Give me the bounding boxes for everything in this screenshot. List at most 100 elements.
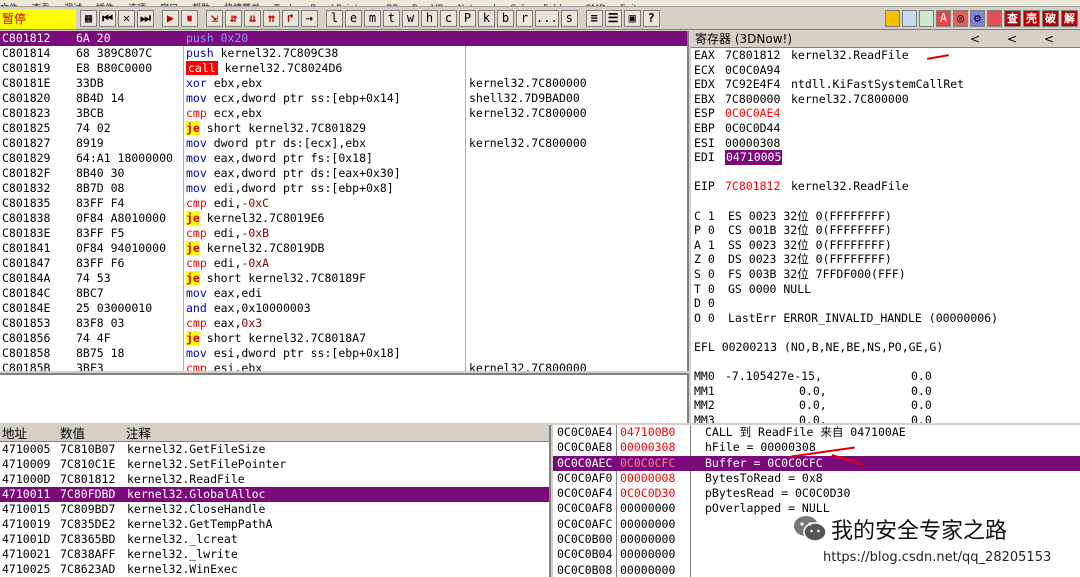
disasm-row[interactable]: C801820 8B4D 14 mov ecx,dword ptr ss:[ebp+…: [0, 91, 687, 106]
reg-prev-arrow-2[interactable]: <: [1007, 31, 1017, 48]
register-row[interactable]: EBX 7C800000 kernel32.7C800000: [691, 92, 1080, 107]
toolbar-letter-button[interactable]: r: [516, 10, 533, 27]
disasm-row[interactable]: C80184A 74 53 je short kernel32.7C80189F: [0, 271, 687, 286]
dump-pane[interactable]: 地址 数值 注释 4710005 7C810B07 kernel32.GetFile…: [0, 425, 551, 577]
register-value[interactable]: 04710005: [725, 150, 783, 165]
flag-row[interactable]: D 0: [691, 296, 1080, 311]
register-row[interactable]: EIP 7C801812 kernel32.ReadFile: [691, 179, 1080, 194]
disasm-row[interactable]: C801832 8B7D 08 mov edi,dword ptr ss:[ebp+…: [0, 181, 687, 196]
dump-row[interactable]: 4710025 7C8623AD kernel32.WinExec: [0, 562, 549, 577]
stack-row[interactable]: 0C0C0AF4 0C0C0D30 pBytesRead = 0C0C0D30: [553, 486, 1080, 501]
gear-icon[interactable]: ⚙: [970, 10, 985, 27]
flag[interactable]: T 0: [694, 282, 715, 297]
toolbar-plugin-button[interactable]: 壳: [1023, 10, 1040, 27]
menu-item[interactable]: Tools: [274, 5, 296, 7]
toolbar-letter-button[interactable]: m: [364, 10, 381, 27]
menu-item[interactable]: CMD: [585, 5, 606, 7]
register-row[interactable]: ESI 00000308: [691, 136, 1080, 151]
toolbar-letter-button[interactable]: b: [497, 10, 514, 27]
eflags-row[interactable]: EFL 00200213 (NO,B,NE,BE,NS,PO,GE,G): [691, 340, 1080, 355]
menu-item[interactable]: P: [412, 5, 417, 7]
flag-row[interactable]: S 0 FS 003B 32位 7FFDF000(FFF): [691, 267, 1080, 282]
menu-item[interactable]: 插件: [96, 5, 114, 7]
mmx-row[interactable]: MM1 0.0, 0.0: [691, 384, 1080, 399]
menu-item[interactable]: 快捷菜单: [224, 5, 260, 7]
toolbar-letter-button[interactable]: ...: [535, 10, 559, 27]
disasm-row[interactable]: C801825 74 02 je short kernel32.7C801829: [0, 121, 687, 136]
disasm-row[interactable]: C801847 83FF F6 cmp edi,-0xA: [0, 256, 687, 271]
register-row[interactable]: EDX 7C92E4F4 ntdll.KiFastSystemCallRet: [691, 77, 1080, 92]
reg-prev-arrow-1[interactable]: <: [970, 31, 980, 48]
dump-row[interactable]: 471001D 7C8365BD kernel32._lcreat: [0, 532, 549, 547]
flag-row[interactable]: O 0 LastErr ERROR_INVALID_HANDLE (0000000…: [691, 311, 1080, 326]
register-value[interactable]: 7C92E4F4: [725, 77, 780, 92]
flag[interactable]: O 0: [694, 311, 715, 326]
stack-row[interactable]: 0C0C0AF0 00000008 BytesToRead = 0x8: [553, 471, 1080, 486]
menu-item[interactable]: 查看: [32, 5, 50, 7]
flag-row[interactable]: T 0 GS 0000 NULL: [691, 282, 1080, 297]
register-row[interactable]: EDI 04710005: [691, 150, 1080, 165]
register-row[interactable]: EAX 7C801812 kernel32.ReadFile: [691, 48, 1080, 63]
flag-row[interactable]: P 0 CS 001B 32位 0(FFFFFFFF): [691, 223, 1080, 238]
menu-item[interactable]: Folder: [543, 5, 571, 7]
stack-row[interactable]: 0C0C0AEC 0C0C0CFC Buffer = 0C0C0CFC: [553, 455, 1080, 471]
menu-item[interactable]: Calc: [510, 5, 529, 7]
pause-button[interactable]: ⏸: [181, 10, 198, 27]
menu-item[interactable]: Exit: [620, 5, 637, 7]
disasm-row[interactable]: C801858 8B75 18 mov esi,dword ptr ss:[ebp+…: [0, 346, 687, 361]
restart-button[interactable]: ⏮: [99, 10, 116, 27]
disasm-row[interactable]: C801812 6A 20 push 0x20: [0, 31, 687, 46]
flag[interactable]: S 0: [694, 267, 715, 282]
dump-row[interactable]: 4710015 7C809BD7 kernel32.CloseHandle: [0, 502, 549, 517]
disassembly-pane[interactable]: C801812 6A 20 push 0x20 C801814 68 389C807C p…: [0, 31, 689, 371]
menu-item[interactable]: 窗口: [160, 5, 178, 7]
register-value[interactable]: 0C0C0AE4: [725, 106, 780, 121]
open-button[interactable]: ▦: [80, 10, 97, 27]
menu-item[interactable]: 调试: [64, 5, 82, 7]
toolbar-letter-button[interactable]: s: [560, 10, 578, 27]
register-value[interactable]: 7C801812: [725, 48, 780, 63]
register-row[interactable]: ESP 0C0C0AE4: [691, 106, 1080, 121]
register-value[interactable]: 0C0C0A94: [725, 63, 780, 78]
disasm-row[interactable]: C801823 3BCB cmp ecx,ebx kernel32.7C800000: [0, 106, 687, 121]
flag-row[interactable]: C 1 ES 0023 32位 0(FFFFFFFF): [691, 209, 1080, 224]
flag-row[interactable]: A 1 SS 0023 32位 0(FFFFFFFF): [691, 238, 1080, 253]
menu-item[interactable]: Notepad: [458, 5, 496, 7]
close-button[interactable]: ✕: [118, 10, 135, 27]
stack-row[interactable]: 0C0C0AE4 047100B0 CALL 到 ReadFile 来自 04710…: [553, 425, 1080, 440]
disasm-row[interactable]: C80184E 25 03000010 and eax,0x10000003: [0, 301, 687, 316]
disasm-row[interactable]: C80183E 83FF F5 cmp edi,-0xB: [0, 226, 687, 241]
disasm-row[interactable]: C801856 74 4F je short kernel32.7C8018A7: [0, 331, 687, 346]
flag[interactable]: C 1: [694, 209, 715, 224]
disasm-row[interactable]: C801841 0F84 94010000 je kernel32.7C8019DB: [0, 241, 687, 256]
toolbar-letter-button[interactable]: l: [326, 10, 343, 27]
disasm-row[interactable]: C801827 8919 mov dword ptr ds:[ecx],ebx ker…: [0, 136, 687, 151]
pause-icon[interactable]: [919, 10, 934, 27]
dump-row[interactable]: 4710005 7C810B07 kernel32.GetFileSize: [0, 442, 549, 457]
trace-into-button[interactable]: ⇊: [244, 10, 261, 27]
execute-till-return-button[interactable]: ↱: [282, 10, 299, 27]
toolbar-letter-button[interactable]: e: [345, 10, 362, 27]
register-row[interactable]: ECX 0C0C0A94: [691, 63, 1080, 78]
disasm-row[interactable]: C80182F 8B40 30 mov eax,dword ptr ds:[eax+…: [0, 166, 687, 181]
registers-pane[interactable]: 寄存器 (3DNow!) < < < EAX 7C801812 kernel32.R…: [691, 31, 1080, 423]
toolbar-letter-button[interactable]: P: [459, 10, 476, 27]
menu-item[interactable]: 帮助: [192, 5, 210, 7]
lock-icon[interactable]: [987, 10, 1002, 27]
toolbar-plugin-button[interactable]: 查: [1004, 10, 1021, 27]
windows-button[interactable]: ▣: [623, 10, 641, 27]
flag[interactable]: Z 0: [694, 252, 715, 267]
toolbar-plugin-button[interactable]: 解: [1061, 10, 1078, 27]
stop-button[interactable]: ⏭: [137, 10, 154, 27]
menu-item[interactable]: 文件: [0, 5, 18, 7]
register-value[interactable]: 7C800000: [725, 92, 780, 107]
toolbar-letter-button[interactable]: k: [478, 10, 495, 27]
flag-row[interactable]: Z 0 DS 0023 32位 0(FFFFFFFF): [691, 252, 1080, 267]
register-row[interactable]: EBP 0C0C0D44: [691, 121, 1080, 136]
step-over-button[interactable]: ⇵: [225, 10, 242, 27]
step-into-button[interactable]: ⇲: [206, 10, 223, 27]
folder-icon[interactable]: [885, 10, 900, 27]
help-button[interactable]: ?: [642, 10, 660, 27]
register-value[interactable]: 0C0C0D44: [725, 121, 780, 136]
trace-over-button[interactable]: ⇈: [263, 10, 280, 27]
